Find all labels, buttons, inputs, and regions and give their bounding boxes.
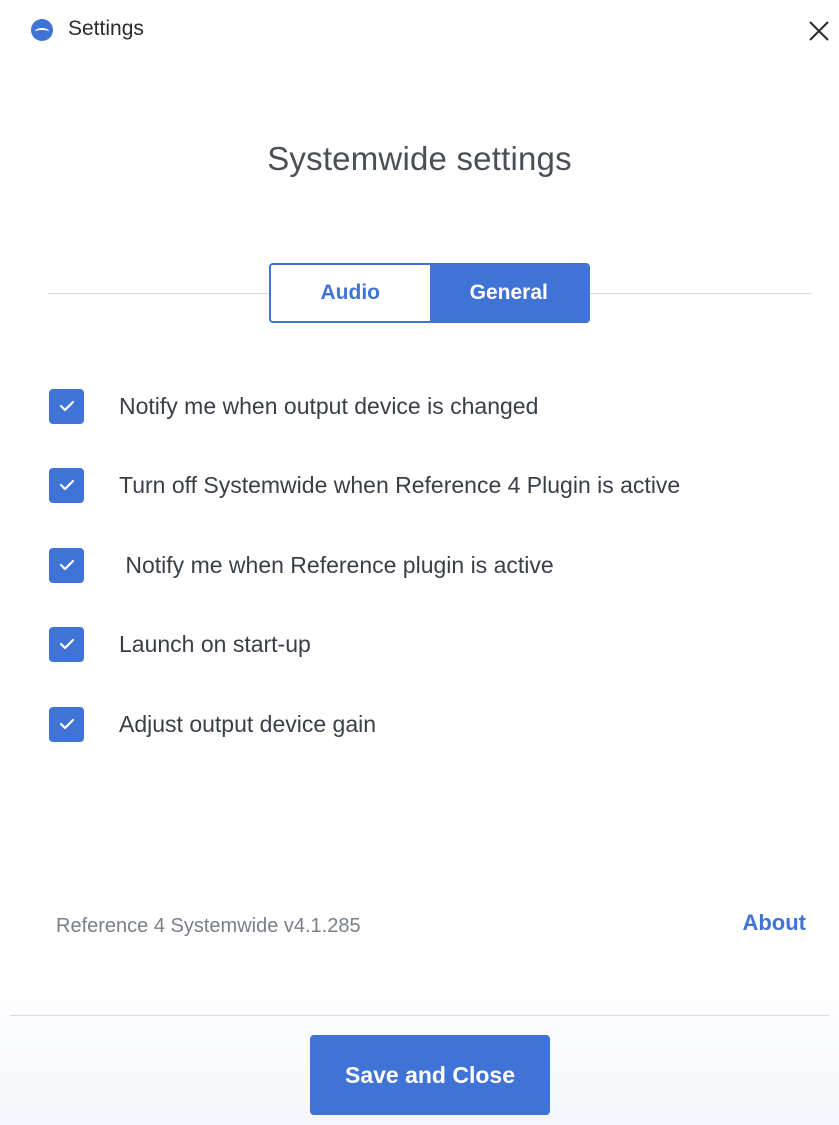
checkmark-icon: [59, 400, 74, 412]
systemwide-logo-icon: [31, 19, 53, 41]
adjust-gain-checkbox[interactable]: [49, 706, 84, 742]
option-label: Adjust output device gain: [119, 710, 377, 737]
tab-audio[interactable]: Audio: [271, 265, 430, 321]
option-notify-output-change[interactable]: Notify me when output device is changed: [49, 386, 538, 426]
close-icon: [809, 21, 829, 41]
settings-tabs: Audio General: [269, 263, 590, 323]
tabs-divider-right: [590, 293, 811, 294]
option-label: Notify me when Reference plugin is activ…: [119, 551, 554, 578]
tabs-divider-left: [48, 293, 269, 294]
turn-off-systemwide-checkbox[interactable]: [49, 467, 84, 503]
option-adjust-gain[interactable]: Adjust output device gain: [49, 704, 376, 744]
notify-output-change-checkbox[interactable]: [49, 388, 84, 424]
option-label: Notify me when output device is changed: [119, 392, 539, 419]
launch-on-startup-checkbox[interactable]: [49, 626, 84, 662]
checkmark-icon: [59, 638, 74, 650]
save-and-close-button[interactable]: Save and Close: [310, 1035, 550, 1115]
settings-window: Settings Systemwide settings Audio Gener…: [0, 0, 839, 1125]
page-title: Systemwide settings: [267, 140, 572, 177]
about-link[interactable]: About: [742, 910, 806, 936]
close-button[interactable]: [800, 10, 838, 50]
checkmark-icon: [59, 479, 74, 491]
option-launch-on-startup[interactable]: Launch on start-up: [49, 624, 311, 664]
title-bar: Settings: [0, 0, 839, 62]
option-label: Launch on start-up: [119, 630, 311, 657]
footer-divider: [10, 1015, 829, 1016]
checkmark-icon: [59, 718, 74, 730]
tab-general[interactable]: General: [429, 265, 588, 321]
version-text: Reference 4 Systemwide v4.1.285: [56, 915, 361, 937]
option-turn-off-systemwide[interactable]: Turn off Systemwide when Reference 4 Plu…: [49, 465, 680, 505]
window-title: Settings: [68, 17, 144, 40]
checkmark-icon: [59, 559, 74, 571]
option-label: Turn off Systemwide when Reference 4 Plu…: [119, 471, 681, 498]
notify-plugin-active-checkbox[interactable]: [49, 547, 84, 583]
option-notify-plugin-active[interactable]: Notify me when Reference plugin is activ…: [49, 545, 554, 585]
